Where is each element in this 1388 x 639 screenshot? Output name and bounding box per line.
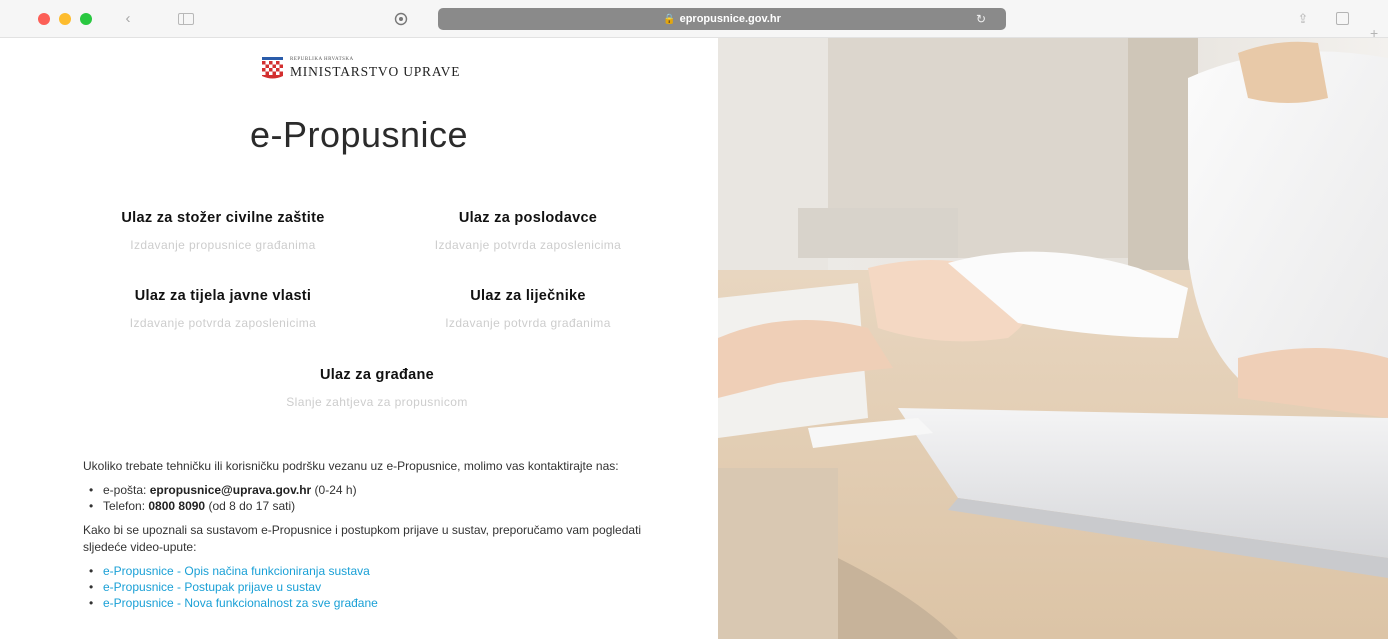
video-link-item: e-Propusnice - Opis načina funkcioniranj… xyxy=(83,563,683,579)
close-window-button[interactable] xyxy=(38,13,50,25)
hero-photo xyxy=(718,38,1388,639)
lock-icon: 🔒 xyxy=(663,14,676,25)
contact-list: e-pošta: epropusnice@uprava.gov.hr (0-24… xyxy=(83,482,683,514)
video-link[interactable]: e-Propusnice - Nova funkcionalnost za sv… xyxy=(103,596,378,610)
back-icon[interactable]: ‹ xyxy=(118,9,138,29)
entry-doctors[interactable]: Ulaz za liječnike Izdavanje potvrda građ… xyxy=(383,288,673,330)
video-link-item: e-Propusnice - Nova funkcionalnost za sv… xyxy=(83,595,683,611)
browser-toolbar: ‹ 🔒 epropusnice.gov.hr ↻ ⇪ + xyxy=(0,0,1388,40)
maximize-window-button[interactable] xyxy=(80,13,92,25)
tab-overview-icon[interactable] xyxy=(1336,12,1349,25)
entry-title[interactable]: Ulaz za poslodavce xyxy=(383,210,673,226)
reload-icon[interactable]: ↻ xyxy=(976,8,986,30)
entry-title[interactable]: Ulaz za tijela javne vlasti xyxy=(78,288,368,304)
contact-email-item: e-pošta: epropusnice@uprava.gov.hr (0-24… xyxy=(83,482,683,498)
entry-title[interactable]: Ulaz za stožer civilne zaštite xyxy=(78,210,368,226)
ministry-logo[interactable]: REPUBLIKA HRVATSKA MINISTARSTVO UPRAVE xyxy=(262,54,502,84)
entry-title[interactable]: Ulaz za građane xyxy=(232,367,522,383)
minimize-window-button[interactable] xyxy=(59,13,71,25)
page-title: e-Propusnice xyxy=(249,114,469,155)
support-section: Ukoliko trebate tehničku ili korisničku … xyxy=(83,458,683,619)
privacy-report-icon[interactable] xyxy=(392,10,410,28)
logo-country-text: REPUBLIKA HRVATSKA xyxy=(290,57,354,62)
support-phone[interactable]: 0800 8090 xyxy=(148,499,205,513)
entry-subtitle: Izdavanje potvrda zaposlenicima xyxy=(129,316,317,330)
contact-phone-item: Telefon: 0800 8090 (od 8 do 17 sati) xyxy=(83,498,683,514)
sidebar-icon[interactable] xyxy=(178,13,194,25)
support-email[interactable]: epropusnice@uprava.gov.hr xyxy=(150,483,312,497)
entry-civil-protection[interactable]: Ulaz za stožer civilne zaštite Izdavanje… xyxy=(78,210,368,252)
entry-public-authorities[interactable]: Ulaz za tijela javne vlasti Izdavanje po… xyxy=(78,288,368,330)
video-link-item: e-Propusnice - Postupak prijave u sustav xyxy=(83,579,683,595)
address-text: epropusnice.gov.hr xyxy=(679,13,781,25)
entry-subtitle: Izdavanje propusnice građanima xyxy=(130,238,316,252)
entry-employers[interactable]: Ulaz za poslodavce Izdavanje potvrda zap… xyxy=(383,210,673,252)
logo-ministry-text: MINISTARSTVO UPRAVE xyxy=(290,64,461,79)
woman-at-laptop-image xyxy=(718,38,1388,639)
croatian-coat-of-arms-icon xyxy=(262,57,283,79)
entry-citizens[interactable]: Ulaz za građane Slanje zahtjeva za propu… xyxy=(232,367,522,409)
entry-subtitle: Slanje zahtjeva za propusnicom xyxy=(286,395,468,409)
entry-subtitle: Izdavanje potvrda zaposlenicima xyxy=(434,238,622,252)
entry-title[interactable]: Ulaz za liječnike xyxy=(383,288,673,304)
video-link[interactable]: e-Propusnice - Opis načina funkcioniranj… xyxy=(103,564,370,578)
entry-subtitle: Izdavanje potvrda građanima xyxy=(445,316,611,330)
page-content: REPUBLIKA HRVATSKA MINISTARSTVO UPRAVE e… xyxy=(0,38,718,639)
browser-window: ‹ 🔒 epropusnice.gov.hr ↻ ⇪ + REPUBLIKA H… xyxy=(0,0,1388,639)
share-icon[interactable]: ⇪ xyxy=(1294,10,1312,28)
support-intro: Ukoliko trebate tehničku ili korisničku … xyxy=(83,459,619,473)
video-intro: Kako bi se upoznali sa sustavom e-Propus… xyxy=(83,523,642,554)
video-link[interactable]: e-Propusnice - Postupak prijave u sustav xyxy=(103,580,321,594)
address-bar[interactable]: 🔒 epropusnice.gov.hr ↻ xyxy=(438,8,1006,30)
video-list: e-Propusnice - Opis načina funkcioniranj… xyxy=(83,563,683,611)
